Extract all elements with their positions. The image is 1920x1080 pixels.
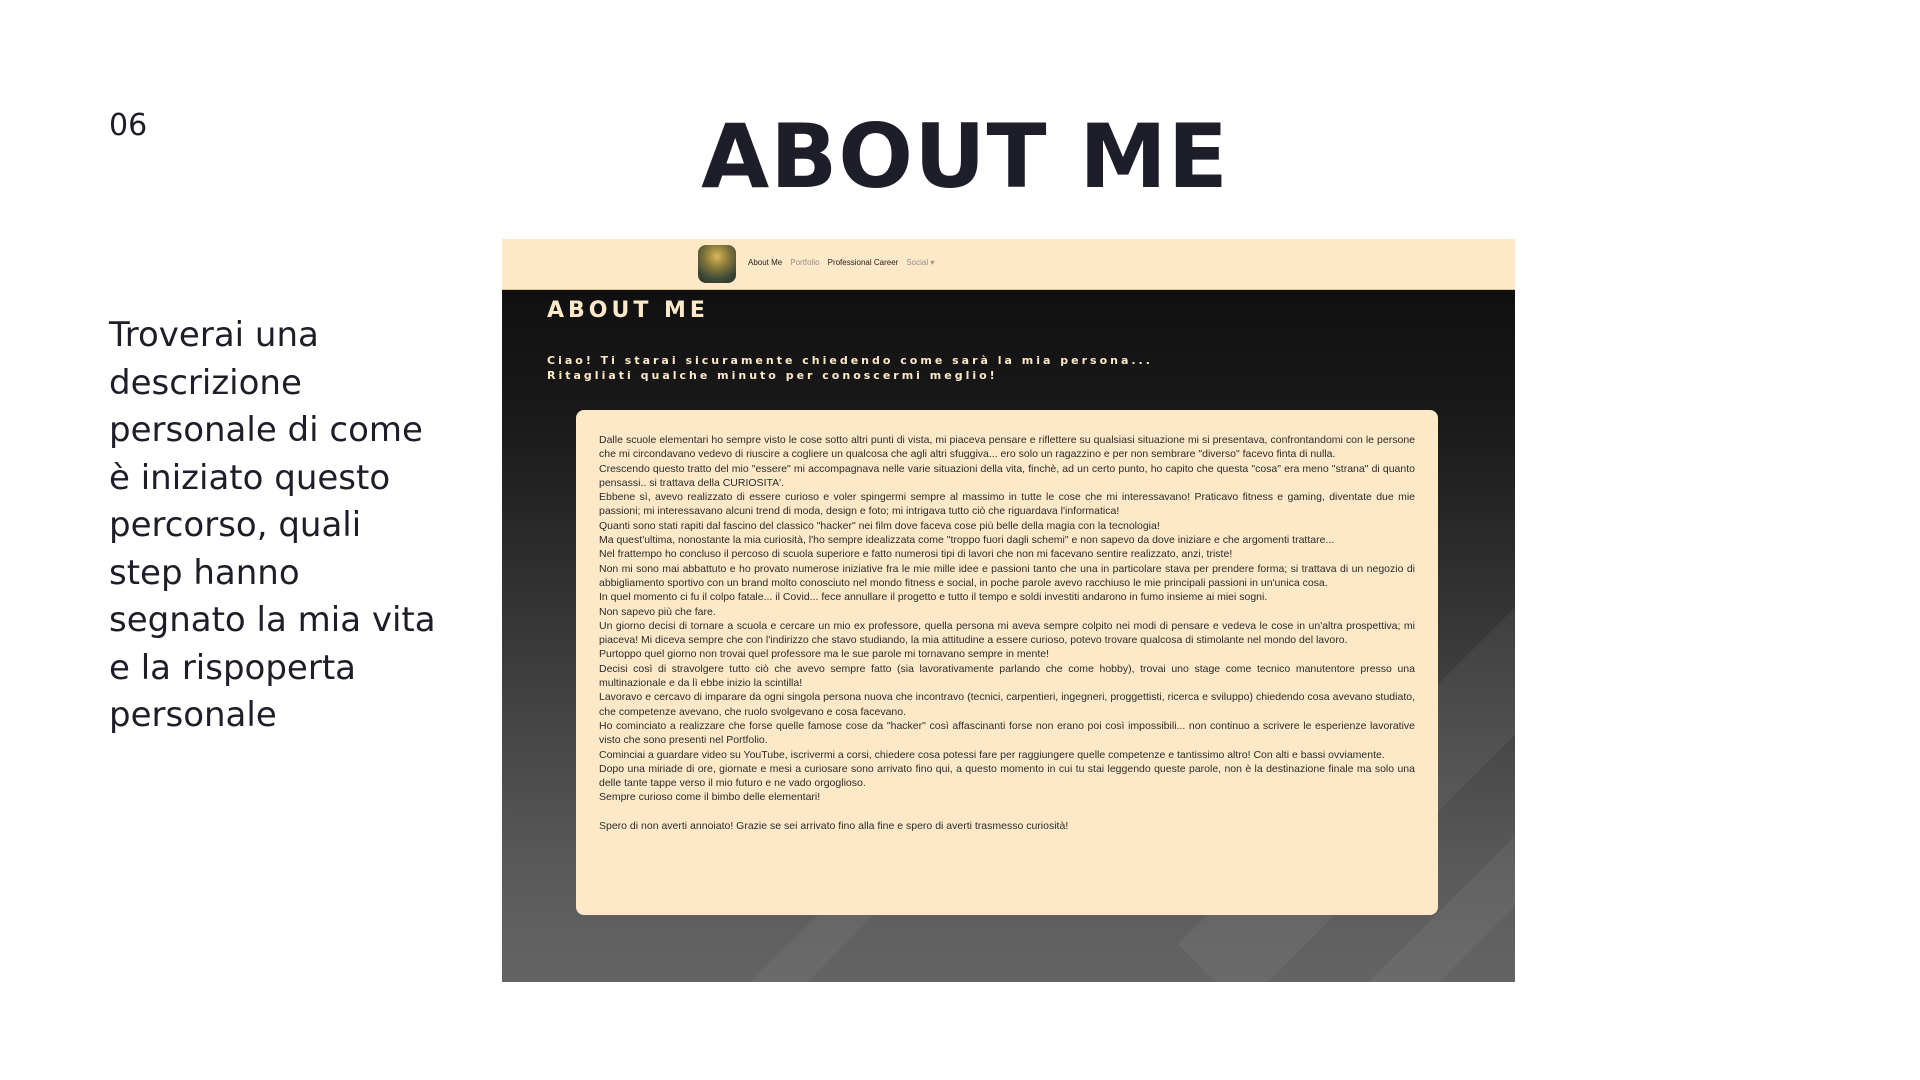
bio-paragraph: Non mi sono mai abbattuto e ho provato n… [599,562,1415,589]
bio-paragraph: Decisi così di stravolgere tutto ciò che… [599,662,1415,690]
bio-paragraph: Dopo una miriade di ore, giornate e mesi… [599,762,1415,790]
bio-paragraph: Ma quest'ultima, nonostante la mia curio… [599,534,1335,547]
bio-paragraph: Quanti sono stati rapiti dal fascino del… [599,519,1160,532]
website-screenshot: About Me Portfolio Professional Career S… [502,239,1515,982]
bio-paragraph: Un giorno decisi di tornare a scuola e c… [599,619,1415,647]
bio-paragraph: Purtoppo quel giorno non trovai quel pro… [599,648,1050,661]
bio-card: Dalle scuole elementari ho sempre visto … [576,410,1438,915]
bio-paragraph: Sempre curioso come il bimbo delle eleme… [599,791,821,804]
site-navbar: About Me Portfolio Professional Career S… [502,239,1515,290]
nav-link-portfolio[interactable]: Portfolio [790,258,819,267]
nav-links: About Me Portfolio Professional Career S… [748,258,934,267]
site-intro: Ciao! Ti starai sicuramente chiedendo co… [547,353,1153,383]
bio-paragraph: Non sapevo più che fare. [599,605,716,618]
slide-description: Troverai una descrizione personale di co… [109,315,436,735]
nav-link-professional-career[interactable]: Professional Career [828,258,899,267]
intro-line: Ritagliati qualche minuto per conoscermi… [547,369,998,382]
bio-closing: Spero di non averti annoiato! Grazie se … [599,819,1069,832]
site-heading: ABOUT ME [547,298,709,323]
bio-paragraph: Lavoravo e cercavo di imparare da ogni s… [599,691,1415,718]
nav-link-about-me[interactable]: About Me [748,258,782,267]
bio-paragraph: In quel momento ci fu il colpo fatale...… [599,591,1268,604]
avatar[interactable] [698,245,736,283]
bio-paragraph: Cominciai a guardare video su YouTube, i… [599,748,1385,761]
bio-paragraph: Crescendo questo tratto del mio "essere"… [599,462,1415,489]
intro-line: Ciao! Ti starai sicuramente chiedendo co… [547,354,1153,367]
nav-dropdown-social[interactable]: Social ▾ [906,258,934,267]
bio-paragraph: Dalle scuole elementari ho sempre visto … [599,434,1415,461]
bio-paragraph: Ho cominciato a realizzare che forse que… [599,719,1415,747]
bio-paragraph: Ebbene sì, avevo realizzato di essere cu… [599,491,1415,518]
bio-paragraph: Nel frattempo ho concluso il percoso di … [599,548,1233,561]
slide-title: ABOUT ME [701,105,1229,208]
